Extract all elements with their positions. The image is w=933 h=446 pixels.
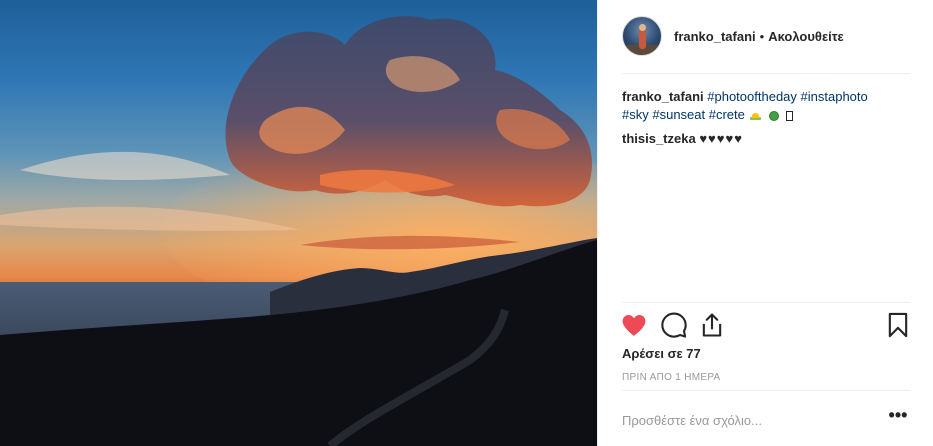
comments-list: franko_tafani #photooftheday #instaphoto… xyxy=(622,88,910,154)
sunset-emoji-icon xyxy=(749,111,762,121)
author-avatar[interactable] xyxy=(622,16,662,56)
hashtag-link[interactable]: #photooftheday xyxy=(707,89,797,104)
sunset-landscape-image xyxy=(0,16,597,446)
post-photo[interactable] xyxy=(0,0,597,446)
more-options-button[interactable]: ••• xyxy=(888,406,908,428)
comment-input-divider xyxy=(622,390,910,391)
comment-username-link[interactable]: thisis_tzeka xyxy=(622,131,696,146)
share-button[interactable] xyxy=(698,311,726,339)
globe-emoji-icon xyxy=(769,110,780,121)
likes-count[interactable]: Αρέσει σε 77 xyxy=(622,346,701,361)
hashtag-link[interactable]: #crete xyxy=(709,107,745,122)
separator-dot: • xyxy=(759,28,765,44)
following-button[interactable]: Ακολουθείτε xyxy=(768,29,844,44)
hashtag-link[interactable]: #sky xyxy=(622,107,649,122)
author-username-link[interactable]: franko_tafani xyxy=(674,29,756,44)
add-comment-input[interactable] xyxy=(622,406,862,434)
share-upload-icon xyxy=(702,313,722,337)
caption-username-link[interactable]: franko_tafani xyxy=(622,89,704,104)
heart-filled-icon xyxy=(622,314,646,336)
bookmark-icon xyxy=(888,312,908,338)
caption: franko_tafani #photooftheday #instaphoto… xyxy=(622,88,910,124)
post-sidebar: franko_tafani • Ακολουθείτε franko_tafan… xyxy=(597,0,933,446)
header-divider xyxy=(622,73,910,74)
speech-bubble-icon xyxy=(661,312,687,338)
comment-item: thisis_tzeka ♥♥♥♥♥ xyxy=(622,130,910,148)
hashtag-link[interactable]: #sunseat xyxy=(652,107,705,122)
post-actions xyxy=(620,311,912,341)
like-button[interactable] xyxy=(620,311,648,339)
save-button[interactable] xyxy=(884,311,912,339)
comment-button[interactable] xyxy=(660,311,688,339)
post-header: franko_tafani • Ακολουθείτε xyxy=(622,14,910,58)
actions-divider xyxy=(622,302,910,303)
post-timestamp[interactable]: ΠΡΙΝ ΑΠΟ 1 ΗΜΕΡΑ xyxy=(622,372,721,383)
hashtag-link[interactable]: #instaphoto xyxy=(801,89,868,104)
comment-text: ♥♥♥♥♥ xyxy=(699,131,743,146)
unsupported-emoji-icon xyxy=(785,110,793,121)
